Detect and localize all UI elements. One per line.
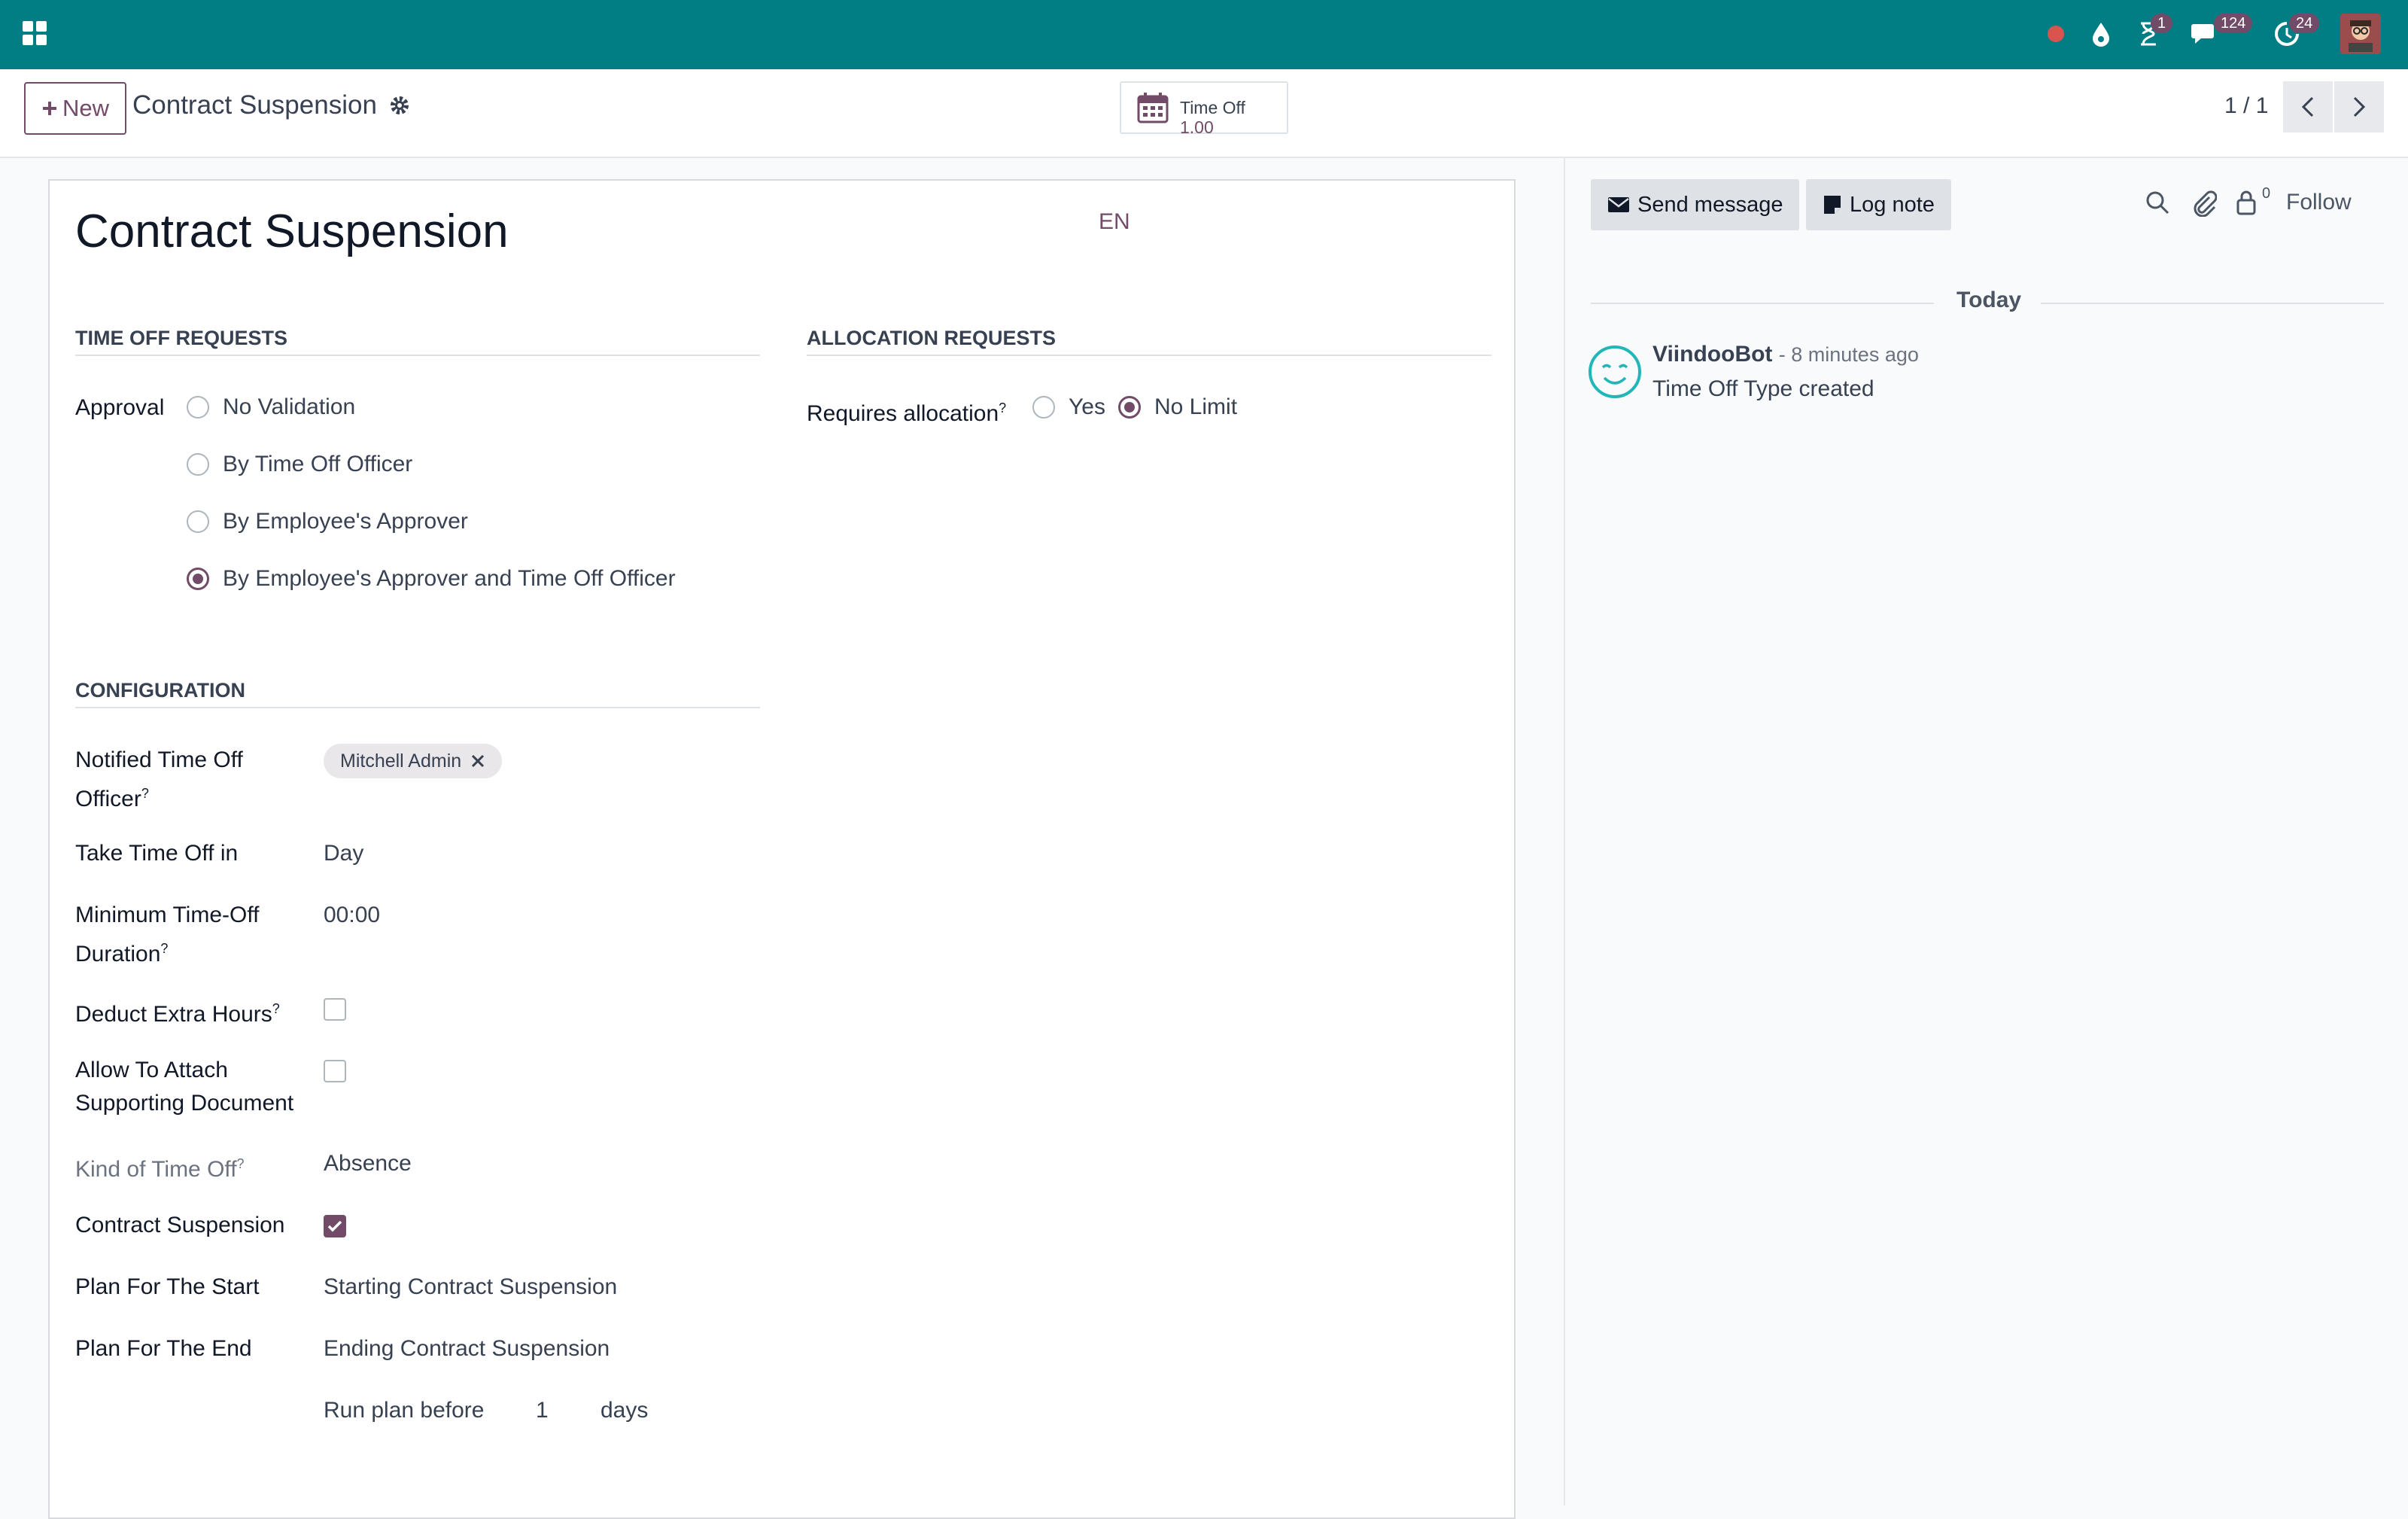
help-tooltip-icon[interactable]: ? <box>272 1001 280 1016</box>
control-panel: New Contract Suspension Time Off 1.00 1 … <box>0 69 2408 158</box>
contract-suspension-checkbox[interactable] <box>324 1215 346 1237</box>
top-navbar: 1 124 24 <box>0 0 2408 69</box>
follow-button[interactable]: Follow <box>2286 190 2352 215</box>
contract-suspension-label: Contract Suspension <box>75 1213 285 1237</box>
message-author: ViindooBot - 8 minutes ago <box>1652 342 1919 367</box>
help-tooltip-icon[interactable]: ? <box>160 941 168 956</box>
message-time: - 8 minutes ago <box>1778 343 1919 366</box>
plan-start-label: Plan For The Start <box>75 1274 260 1299</box>
run-plan-days-unit: days <box>600 1398 649 1423</box>
updates-badge: 24 <box>2289 14 2320 33</box>
chatter-panel: Send message Log note 0 Follow Today Vii… <box>1564 158 2408 1505</box>
new-button[interactable]: New <box>24 82 126 135</box>
officer-tag[interactable]: Mitchell Admin <box>324 744 503 778</box>
envelope-icon <box>1608 197 1629 212</box>
date-separator: Today <box>1956 288 2022 312</box>
allocation-option-yes[interactable]: Yes <box>1032 394 1105 420</box>
send-message-button[interactable]: Send message <box>1591 179 1800 230</box>
drop-icon[interactable] <box>2086 15 2116 53</box>
search-icon[interactable] <box>2145 190 2170 215</box>
allocation-option-no-limit[interactable]: No Limit <box>1118 394 1237 420</box>
smart-button-label: Time Off <box>1180 98 1245 117</box>
run-plan-before-label: Run plan before <box>324 1398 485 1423</box>
plan-end-field[interactable]: Ending Contract Suspension <box>324 1332 610 1365</box>
pager-previous-button[interactable] <box>2283 81 2333 132</box>
pager-value[interactable]: 1 / 1 <box>2224 93 2268 119</box>
radio-button[interactable] <box>187 453 209 476</box>
gear-icon[interactable] <box>389 95 410 116</box>
divider-left <box>1591 303 1934 304</box>
smart-button-value: 1.00 <box>1180 117 1214 137</box>
bot-avatar-icon <box>1589 346 1641 398</box>
radio-button-selected[interactable] <box>187 568 209 590</box>
note-icon <box>1824 196 1841 214</box>
record-icon[interactable] <box>2041 15 2071 53</box>
lock-followers-icon[interactable] <box>2235 190 2258 215</box>
form-sheet: Contract Suspension EN TIME OFF REQUESTS… <box>48 179 1516 1519</box>
allow-attach-label: Allow To Attach Supporting Document <box>75 1058 294 1116</box>
message-body: Time Off Type created <box>1652 376 1874 401</box>
requires-allocation-label: Requires allocation? <box>807 400 1007 426</box>
messages-icon[interactable]: 124 <box>2187 14 2253 53</box>
pager-next-button[interactable] <box>2334 81 2384 132</box>
min-duration-field[interactable]: 00:00 <box>324 899 380 932</box>
configuration-heading: CONFIGURATION <box>75 679 760 708</box>
allocation-requests-heading: ALLOCATION REQUESTS <box>807 327 1491 356</box>
run-plan-days-field[interactable]: 1 <box>536 1394 549 1427</box>
take-time-off-label: Take Time Off in <box>75 841 239 866</box>
activity-badge: 1 <box>2151 14 2173 33</box>
notified-officer-label: Notified Time Off Officer? <box>75 747 243 811</box>
check-icon <box>327 1220 342 1232</box>
help-tooltip-icon[interactable]: ? <box>141 786 149 801</box>
take-time-off-field[interactable]: Day <box>324 837 363 870</box>
min-duration-label: Minimum Time-Off Duration? <box>75 903 260 966</box>
followers-count: 0 <box>2262 185 2271 202</box>
plan-start-field[interactable]: Starting Contract Suspension <box>324 1271 617 1304</box>
calendar-icon <box>1137 93 1169 123</box>
allow-attach-checkbox[interactable] <box>324 1060 346 1082</box>
updates-icon[interactable]: 24 <box>2268 14 2320 53</box>
deduct-extra-hours-label: Deduct Extra Hours? <box>75 1001 280 1027</box>
radio-button[interactable] <box>187 396 209 419</box>
help-tooltip-icon[interactable]: ? <box>237 1156 245 1171</box>
help-tooltip-icon[interactable]: ? <box>999 400 1006 416</box>
approval-option-no-validation[interactable]: No Validation <box>187 394 355 420</box>
activity-hourglass-icon[interactable]: 1 <box>2130 14 2173 53</box>
approval-option-approver[interactable]: By Employee's Approver <box>187 509 468 534</box>
radio-button-selected[interactable] <box>1118 396 1141 419</box>
log-note-button[interactable]: Log note <box>1806 179 1951 230</box>
apps-menu-icon[interactable] <box>23 21 48 47</box>
plan-end-label: Plan For The End <box>75 1336 252 1361</box>
divider-right <box>2041 303 2384 304</box>
chevron-left-icon <box>2301 96 2314 117</box>
plus-icon <box>42 102 56 115</box>
approval-label: Approval <box>75 395 165 420</box>
radio-button[interactable] <box>187 510 209 533</box>
time-off-requests-heading: TIME OFF REQUESTS <box>75 327 760 356</box>
paperclip-icon[interactable] <box>2191 190 2217 217</box>
breadcrumb: Contract Suspension <box>132 90 410 120</box>
radio-button[interactable] <box>1032 396 1055 419</box>
messages-badge: 124 <box>2214 14 2253 33</box>
user-avatar[interactable] <box>2340 14 2381 54</box>
close-icon[interactable] <box>470 753 485 769</box>
approval-option-both[interactable]: By Employee's Approver and Time Off Offi… <box>187 566 676 592</box>
language-button[interactable]: EN <box>1099 209 1130 235</box>
kind-of-time-off-label: Kind of Time Off? <box>75 1156 245 1182</box>
deduct-extra-hours-checkbox[interactable] <box>324 998 346 1021</box>
breadcrumb-current: Contract Suspension <box>132 90 377 120</box>
kind-of-time-off-field[interactable]: Absence <box>324 1147 412 1180</box>
approval-option-officer[interactable]: By Time Off Officer <box>187 452 412 477</box>
time-off-smart-button[interactable]: Time Off 1.00 <box>1120 81 1288 137</box>
record-title[interactable]: Contract Suspension <box>75 205 509 258</box>
chevron-right-icon <box>2353 96 2366 117</box>
